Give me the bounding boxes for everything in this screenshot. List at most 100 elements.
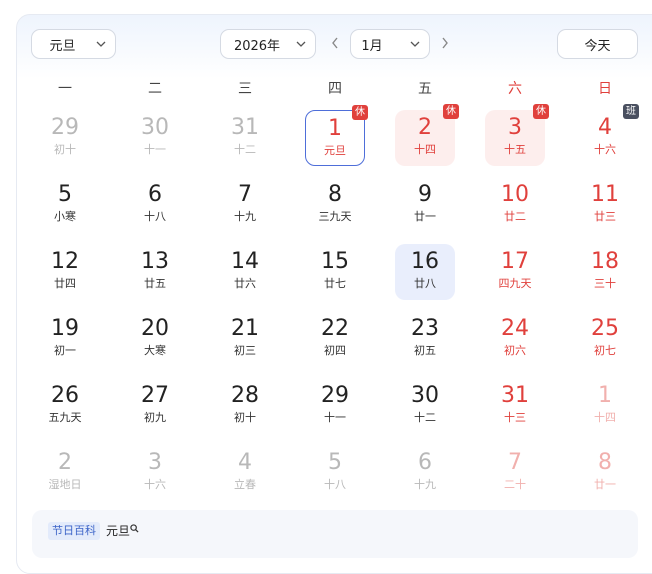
day-cell[interactable]: 19 初一 — [35, 311, 95, 367]
next-month-button[interactable] — [439, 34, 451, 52]
day-cell[interactable]: 10 廿二 — [485, 177, 545, 233]
lunar-date: 十八 — [144, 210, 166, 223]
day-cell[interactable]: 30 十二 — [395, 378, 455, 434]
day-cell[interactable]: 3 十五休 — [485, 104, 549, 166]
today-button[interactable]: 今天 — [557, 29, 638, 59]
day-cell[interactable]: 27 初九 — [125, 378, 185, 434]
day-cell[interactable]: 4 十六班 — [575, 104, 639, 166]
day-cell[interactable]: 13 廿五 — [125, 244, 185, 300]
lunar-date: 十一 — [144, 143, 166, 156]
day-cell[interactable]: 17 四九天 — [485, 244, 545, 300]
day-cell[interactable]: 28 初十 — [215, 378, 275, 434]
day-cell[interactable]: 9 廿一 — [395, 177, 455, 233]
lunar-date: 小寒 — [54, 210, 76, 223]
month-select[interactable]: 1月 — [350, 29, 430, 59]
lunar-date: 三九天 — [318, 210, 352, 223]
day-cell[interactable]: 2 湿地日 — [35, 445, 95, 501]
day-cell[interactable]: 31 十三 — [485, 378, 545, 434]
day-number: 4 — [238, 450, 252, 475]
year-select[interactable]: 2026年 — [220, 29, 316, 59]
day-cell[interactable]: 7 二十 — [485, 445, 545, 501]
lunar-date: 元旦 — [324, 144, 346, 157]
lunar-date: 初十 — [234, 411, 256, 424]
day-number: 10 — [501, 182, 529, 207]
weekday-label: 三 — [238, 81, 252, 97]
day-cell[interactable]: 11 廿三 — [575, 177, 635, 233]
holiday-select[interactable]: 元旦 — [31, 29, 116, 59]
day-cell[interactable]: 6 十九 — [395, 445, 455, 501]
lunar-date: 初三 — [234, 344, 256, 357]
day-number: 17 — [501, 249, 529, 274]
day-number: 16 — [411, 249, 439, 274]
day-cell[interactable]: 5 小寒 — [35, 177, 95, 233]
day-number: 7 — [238, 182, 252, 207]
day-number: 21 — [231, 316, 259, 341]
day-cell[interactable]: 4 立春 — [215, 445, 275, 501]
day-cell[interactable]: 29 初十 — [35, 110, 95, 166]
day-cell[interactable]: 8 廿一 — [575, 445, 635, 501]
day-cell[interactable]: 16 廿八 — [395, 244, 455, 300]
day-number: 1 — [598, 383, 612, 408]
day-number: 14 — [231, 249, 259, 274]
lunar-date: 初七 — [594, 344, 616, 357]
day-cell[interactable]: 1 十四 — [575, 378, 635, 434]
day-number: 9 — [418, 182, 432, 207]
lunar-date: 初五 — [414, 344, 436, 357]
day-number: 28 — [231, 383, 259, 408]
lunar-date: 廿六 — [234, 277, 256, 290]
holiday-encyclopedia-tag: 节日百科 — [48, 522, 100, 540]
day-cell[interactable]: 31 十二 — [215, 110, 275, 166]
day-cell[interactable]: 3 十六 — [125, 445, 185, 501]
day-number: 18 — [591, 249, 619, 274]
day-cell[interactable]: 20 大寒 — [125, 311, 185, 367]
lunar-date: 大寒 — [144, 344, 166, 357]
day-number: 12 — [51, 249, 79, 274]
lunar-date: 十九 — [234, 210, 256, 223]
day-number: 29 — [51, 115, 79, 140]
lunar-date: 廿三 — [594, 210, 616, 223]
weekday-label: 日 — [598, 81, 612, 97]
day-cell[interactable]: 18 三十 — [575, 244, 635, 300]
day-number: 7 — [508, 450, 522, 475]
day-number: 8 — [598, 450, 612, 475]
day-cell[interactable]: 15 廿七 — [305, 244, 365, 300]
chevron-down-icon — [410, 41, 420, 47]
day-cell[interactable]: 21 初三 — [215, 311, 275, 367]
day-number: 15 — [321, 249, 349, 274]
day-cell[interactable]: 12 廿四 — [35, 244, 95, 300]
lunar-date: 十二 — [234, 143, 256, 156]
day-cell[interactable]: 5 十八 — [305, 445, 365, 501]
day-cell[interactable]: 1 元旦休 — [305, 105, 368, 166]
day-cell[interactable]: 6 十八 — [125, 177, 185, 233]
day-cell[interactable]: 2 十四休 — [395, 104, 459, 166]
day-number: 19 — [51, 316, 79, 341]
day-cell[interactable]: 14 廿六 — [215, 244, 275, 300]
day-cell[interactable]: 23 初五 — [395, 311, 455, 367]
day-number: 6 — [418, 450, 432, 475]
day-number: 6 — [148, 182, 162, 207]
day-number: 31 — [501, 383, 529, 408]
day-number: 29 — [321, 383, 349, 408]
today-button-label: 今天 — [584, 38, 611, 54]
lunar-date: 十一 — [324, 411, 346, 424]
day-number: 30 — [141, 115, 169, 140]
lunar-date: 初十 — [54, 143, 76, 156]
chevron-left-icon — [332, 37, 338, 49]
day-cell[interactable]: 30 十一 — [125, 110, 185, 166]
holiday-search-link[interactable]: 元旦 — [106, 521, 139, 541]
weekday-label: 六 — [508, 81, 522, 97]
day-cell[interactable]: 24 初六 — [485, 311, 545, 367]
workday-badge: 班 — [623, 104, 639, 119]
day-cell[interactable]: 7 十九 — [215, 177, 275, 233]
day-number: 24 — [501, 316, 529, 341]
lunar-date: 十二 — [414, 411, 436, 424]
day-cell[interactable]: 26 五九天 — [35, 378, 95, 434]
rest-day-badge: 休 — [443, 104, 459, 119]
day-cell[interactable]: 22 初四 — [305, 311, 365, 367]
day-cell[interactable]: 29 十一 — [305, 378, 365, 434]
day-number: 23 — [411, 316, 439, 341]
prev-month-button[interactable] — [329, 34, 341, 52]
day-cell[interactable]: 25 初七 — [575, 311, 635, 367]
chevron-down-icon — [96, 41, 106, 47]
day-cell[interactable]: 8 三九天 — [305, 177, 365, 233]
